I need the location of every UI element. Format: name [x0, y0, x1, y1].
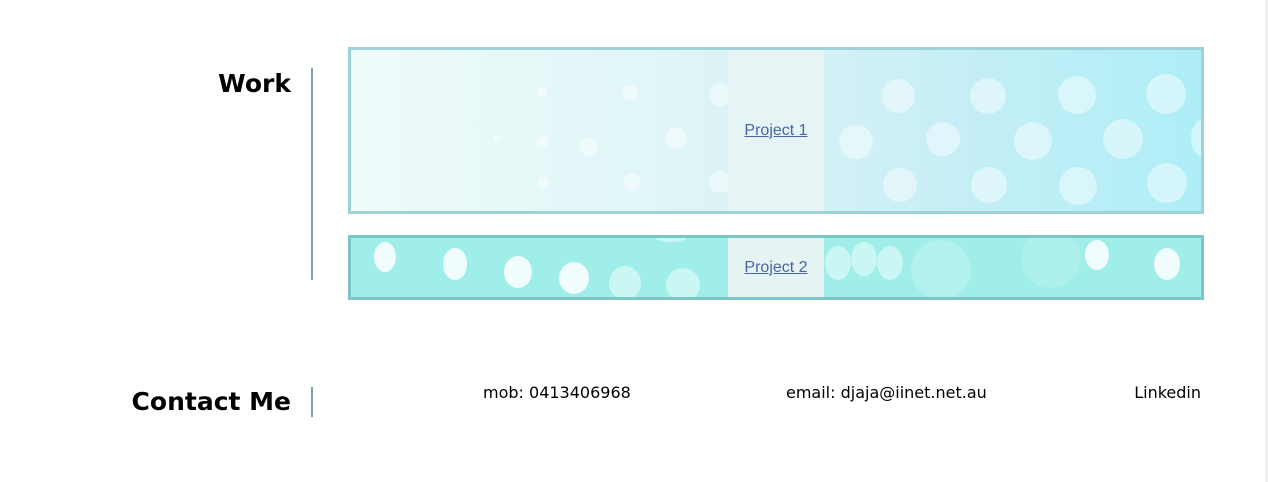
- portfolio-page: Work Project 1 Project 2 Contact Me mob:…: [0, 0, 1268, 482]
- bokeh-dot: [609, 266, 641, 297]
- linkedin-link[interactable]: Linkedin: [1134, 383, 1201, 403]
- bokeh-dot: [825, 246, 851, 280]
- project-2-link[interactable]: Project 2: [744, 259, 807, 277]
- bokeh-dot: [883, 168, 917, 202]
- bokeh-dot: [374, 242, 396, 272]
- bokeh-dot: [1146, 74, 1186, 114]
- bokeh-dot: [536, 136, 548, 148]
- bokeh-dot: [537, 87, 547, 97]
- bokeh-dot: [1103, 119, 1143, 159]
- bokeh-dot: [666, 268, 700, 297]
- project-card-2[interactable]: Project 2: [348, 235, 1204, 300]
- bokeh-dot: [1014, 122, 1052, 160]
- bokeh-dot: [1154, 248, 1180, 280]
- contact-divider: [311, 387, 313, 417]
- bokeh-dot: [623, 173, 641, 191]
- contact-email: email: djaja@iinet.net.au: [786, 383, 987, 402]
- bokeh-dot: [851, 242, 877, 276]
- contact-heading: Contact Me: [131, 387, 291, 416]
- bokeh-dot: [926, 122, 960, 156]
- bokeh-dot: [839, 125, 873, 159]
- project-1-link[interactable]: Project 1: [744, 122, 807, 140]
- bokeh-dot: [877, 246, 903, 280]
- bokeh-dot: [971, 167, 1007, 203]
- bokeh-dot: [622, 85, 638, 101]
- bokeh-dot: [504, 256, 532, 288]
- contact-mobile: mob: 0413406968: [483, 383, 631, 402]
- bokeh-dot: [1059, 167, 1097, 205]
- work-divider: [311, 68, 313, 280]
- bokeh-dot: [443, 248, 467, 280]
- bokeh-dot: [537, 177, 549, 189]
- bokeh-dot: [911, 240, 971, 297]
- bokeh-dot: [493, 134, 501, 142]
- bokeh-dot: [1191, 118, 1201, 158]
- bokeh-dot: [1021, 238, 1081, 288]
- bokeh-dot: [1147, 163, 1187, 203]
- bokeh-dot: [580, 138, 598, 156]
- bokeh-dot: [970, 78, 1006, 114]
- project-1-label-box: Project 1: [728, 50, 824, 211]
- project-2-label-box: Project 2: [728, 238, 824, 297]
- bokeh-dot: [656, 238, 686, 242]
- bokeh-dot: [1085, 240, 1109, 270]
- bokeh-dot: [881, 79, 915, 113]
- bokeh-dot: [559, 262, 589, 294]
- work-heading: Work: [218, 69, 291, 98]
- project-card-1[interactable]: Project 1: [348, 47, 1204, 214]
- bokeh-dot: [665, 127, 687, 149]
- bokeh-dot: [1058, 76, 1096, 114]
